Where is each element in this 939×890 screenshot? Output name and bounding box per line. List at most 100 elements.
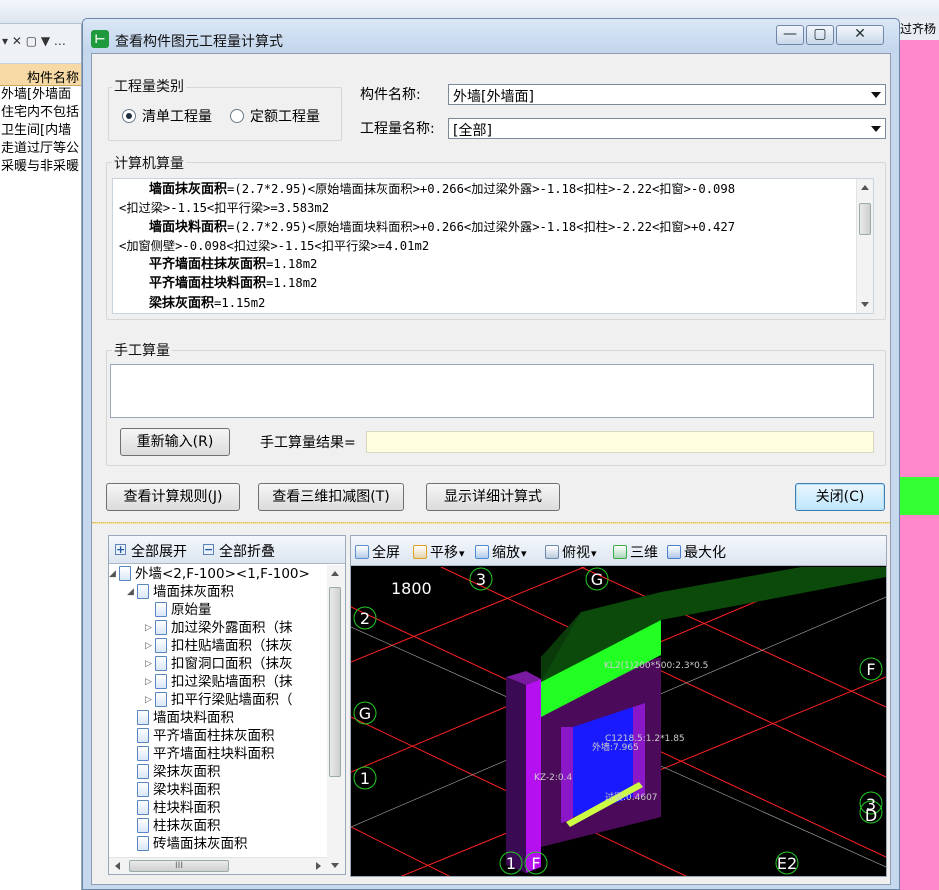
background-list-row[interactable]: 走道过厅等公 xyxy=(0,140,81,158)
scroll-up-icon[interactable] xyxy=(861,185,869,190)
dropdown-arrow-icon[interactable]: ▾ xyxy=(591,547,597,560)
tree-node[interactable]: 柱抹灰面积 xyxy=(137,817,221,835)
tree-node[interactable]: 柱块料面积 xyxy=(137,799,221,817)
dropdown-arrow-icon[interactable]: ▾ xyxy=(459,547,465,560)
background-list-row[interactable]: 采暖与非采暖 xyxy=(0,158,81,176)
tree-scrollbar[interactable] xyxy=(327,565,345,874)
toolbar-button-label: 全屏 xyxy=(372,545,400,561)
splitter[interactable] xyxy=(92,522,890,524)
dialog-titlebar[interactable]: ⊢ 查看构件图元工程量计算式 — ▢ ✕ xyxy=(83,19,899,53)
background-filter-bar[interactable]: ▾ ✕ ▢ ▼ … xyxy=(0,24,81,64)
toolbar-zoom-button[interactable]: 缩放▾ xyxy=(475,542,527,562)
calc-line: 梁抹灰面积=1.15m2 xyxy=(149,295,266,311)
toolbar-3d-view-button[interactable]: 三维 xyxy=(613,542,658,562)
document-icon xyxy=(155,620,167,635)
scroll-thumb[interactable] xyxy=(329,587,341,777)
toolbar-maximize-button[interactable]: 最大化 xyxy=(667,542,726,562)
minimize-button[interactable]: — xyxy=(776,25,804,45)
tree-node[interactable]: 平齐墙面柱块料面积 xyxy=(137,745,275,763)
tree-node[interactable]: ◢ 墙面抹灰面积 xyxy=(127,583,234,601)
expand-icon[interactable]: + xyxy=(115,544,126,555)
tree-node[interactable]: ◢ 外墙<2,F-100><1,F-100> xyxy=(109,565,310,583)
list-quantity-radio[interactable] xyxy=(122,109,136,123)
quota-quantity-radio[interactable] xyxy=(230,109,244,123)
scroll-down-icon[interactable] xyxy=(861,302,869,307)
3d-canvas[interactable]: 1800 KL2(1)200*500:2.3*0.5 C1218.5:1.2*1… xyxy=(351,567,886,876)
wall-label: 外墙:7.965 xyxy=(592,741,639,753)
document-icon xyxy=(155,674,167,689)
background-green-element xyxy=(900,477,939,515)
collapsed-node-icon[interactable]: ▷ xyxy=(145,673,152,691)
tree-node[interactable]: 梁块料面积 xyxy=(137,781,221,799)
scroll-thumb[interactable] xyxy=(859,203,871,235)
tree-node[interactable]: 墙面块料面积 xyxy=(137,709,234,727)
collapsed-node-icon[interactable]: ▷ xyxy=(145,655,152,673)
scroll-left-icon[interactable] xyxy=(115,862,120,870)
document-icon xyxy=(137,584,149,599)
tree-node[interactable]: ▷ 扣窗洞口面积（抹灰 xyxy=(145,655,293,673)
collapse-all-button[interactable]: 全部折叠 xyxy=(219,541,275,561)
dialog-client-area: 工程量类别 清单工程量 定额工程量 构件名称: 外墙[外墙面] 工程量名称: [… xyxy=(91,53,891,885)
calc-line: 墙面块料面积=(2.7*2.95)<原始墙面块料面积>+0.266<加过梁外露>… xyxy=(149,219,736,235)
tree-node[interactable]: ▷ 扣平行梁贴墙面积（ xyxy=(145,691,293,709)
toolbar-fullscreen-button[interactable]: 全屏 xyxy=(355,542,400,562)
show-detail-formula-button[interactable]: 显示详细计算式 xyxy=(426,483,560,511)
close-button[interactable]: 关闭(C) xyxy=(795,483,885,511)
collapsed-node-icon[interactable]: ▷ xyxy=(145,619,152,637)
restore-button[interactable]: ▢ xyxy=(806,25,834,45)
background-list-row[interactable]: 卫生间[内墙 xyxy=(0,122,81,140)
quota-quantity-label[interactable]: 定额工程量 xyxy=(250,106,320,126)
tree-node-label: 平齐墙面柱块料面积 xyxy=(153,746,275,762)
tree-node[interactable]: 平齐墙面柱抹灰面积 xyxy=(137,727,275,745)
expand-all-button[interactable]: 全部展开 xyxy=(131,541,187,561)
component-name-select[interactable]: 外墙[外墙面] xyxy=(448,84,886,105)
toolbar-pan-button[interactable]: 平移▾ xyxy=(413,542,465,562)
quantity-name-value: [全部] xyxy=(453,123,492,139)
tree-hscrollbar[interactable]: III xyxy=(109,857,327,874)
3d-scene: 1800 KL2(1)200*500:2.3*0.5 C1218.5:1.2*1… xyxy=(351,567,886,876)
close-window-button[interactable]: ✕ xyxy=(836,25,884,45)
quantity-name-label: 工程量名称: xyxy=(360,121,435,137)
tree-node[interactable]: ▷ 扣柱贴墙面积（抹灰 xyxy=(145,637,293,655)
view-3d-deduction-button[interactable]: 查看三维扣减图(T) xyxy=(258,483,404,511)
background-right-toolbar: 过齐杨 xyxy=(900,16,939,40)
manual-calc-input[interactable] xyxy=(110,364,874,418)
manual-result-field[interactable] xyxy=(366,431,874,453)
tree-body: ◢ 外墙<2,F-100><1,F-100> ◢ 墙面抹灰面积 原始量 ▷ 加过梁外露面积（… xyxy=(109,565,327,857)
toolbar-button-label: 三维 xyxy=(630,545,658,561)
collapsed-node-icon[interactable]: ▷ xyxy=(145,637,152,655)
reinput-button[interactable]: 重新输入(R) xyxy=(120,428,230,456)
tree-node[interactable]: ▷ 扣过梁贴墙面积（抹 xyxy=(145,673,293,691)
document-icon xyxy=(155,656,167,671)
toolbar-top-view-button[interactable]: 俯视▾ xyxy=(545,542,597,562)
tree-node[interactable]: 原始量 xyxy=(155,601,212,619)
tree-node[interactable]: 梁抹灰面积 xyxy=(137,763,221,781)
expanded-node-icon[interactable]: ◢ xyxy=(109,565,116,583)
column-side xyxy=(506,677,526,873)
collapse-icon[interactable]: − xyxy=(203,544,214,555)
list-quantity-label[interactable]: 清单工程量 xyxy=(142,106,212,126)
scroll-up-icon[interactable] xyxy=(331,571,339,576)
collapsed-node-icon[interactable]: ▷ xyxy=(145,691,152,709)
scroll-thumb[interactable]: III xyxy=(129,860,229,872)
axis-label: G xyxy=(591,570,603,589)
toolbar-button-label: 最大化 xyxy=(684,545,726,561)
document-icon xyxy=(137,818,149,833)
tree-node[interactable]: 砖墙面抹灰面积 xyxy=(137,835,248,853)
axis-label: 1 xyxy=(506,854,516,873)
background-list-row[interactable]: 住宅内不包括 xyxy=(0,104,81,122)
scroll-right-icon[interactable] xyxy=(316,862,321,870)
maximize-icon xyxy=(667,545,681,559)
tree-scrollbar-track[interactable] xyxy=(327,565,345,874)
computer-calc-textbox[interactable]: 墙面抹灰面积=(2.7*2.95)<原始墙面抹灰面积>+0.266<加过梁外露>… xyxy=(112,178,874,314)
tree-node[interactable]: ▷ 加过梁外露面积（抹 xyxy=(145,619,293,637)
scroll-down-icon[interactable] xyxy=(331,863,339,868)
view-rules-button[interactable]: 查看计算规则(J) xyxy=(106,483,240,511)
background-list-row[interactable]: 外墙[外墙面 xyxy=(0,86,81,104)
tree-node-label: 加过梁外露面积（抹 xyxy=(171,620,293,636)
dropdown-arrow-icon[interactable]: ▾ xyxy=(521,547,527,560)
quantity-name-select[interactable]: [全部] xyxy=(448,118,886,139)
calc-scrollbar[interactable] xyxy=(856,179,873,313)
expanded-node-icon[interactable]: ◢ xyxy=(127,583,134,601)
manual-calc-legend: 手工算量 xyxy=(112,340,172,360)
